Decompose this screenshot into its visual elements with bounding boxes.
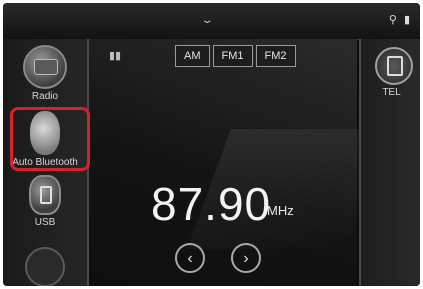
sidebar-item-usb[interactable]: USB bbox=[9, 175, 81, 228]
phone-icon: ▮ bbox=[403, 14, 410, 26]
band-selector: AM FM1 FM2 bbox=[175, 45, 299, 67]
sidebar-item-source[interactable] bbox=[9, 247, 81, 286]
radio-icon bbox=[23, 45, 67, 89]
right-panel: TEL bbox=[359, 39, 420, 286]
seek-back-button[interactable]: ‹ bbox=[175, 243, 205, 273]
sidebar-item-label: Radio bbox=[31, 91, 59, 102]
seek-forward-button[interactable]: › bbox=[231, 243, 261, 273]
selection-highlight bbox=[10, 107, 90, 171]
source-icon bbox=[25, 247, 65, 286]
band-list-icon[interactable]: ▮▮ bbox=[109, 49, 121, 62]
sidebar-item-label: USB bbox=[34, 217, 56, 228]
radio-panel: ▮▮ AM FM1 FM2 87.90 MHz ‹ › bbox=[89, 39, 391, 286]
frequency-display: 87.90 bbox=[151, 178, 272, 230]
sidebar-item-radio[interactable]: Radio bbox=[9, 45, 81, 102]
wifi-icon: ⚲ bbox=[388, 14, 397, 26]
usb-icon bbox=[29, 175, 61, 215]
tel-label: TEL bbox=[382, 87, 401, 98]
band-fm1-button[interactable]: FM1 bbox=[212, 45, 253, 67]
band-fm2-button[interactable]: FM2 bbox=[255, 45, 296, 67]
band-am-button[interactable]: AM bbox=[175, 45, 210, 67]
status-bar: ⌄ ⚲ ▮ bbox=[3, 3, 420, 40]
frequency-unit: MHz bbox=[267, 203, 294, 218]
status-icons: ⚲ ▮ bbox=[385, 13, 410, 26]
tel-icon[interactable] bbox=[375, 47, 413, 85]
chevron-down-icon[interactable]: ⌄ bbox=[200, 15, 213, 26]
